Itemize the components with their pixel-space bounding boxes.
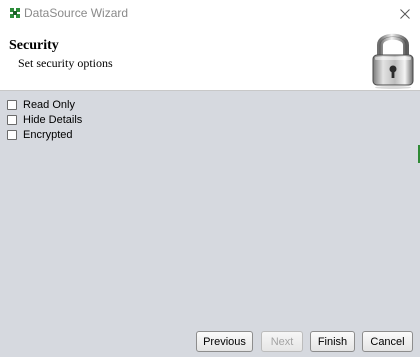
cancel-button[interactable]: Cancel (362, 331, 413, 352)
close-button[interactable] (390, 0, 420, 28)
window-title: DataSource Wizard (24, 6, 129, 20)
security-options: Read Only Hide Details Encrypted (7, 97, 82, 142)
option-encrypted[interactable]: Encrypted (7, 127, 82, 142)
padlock-icon (372, 33, 414, 89)
page-subtitle: Set security options (18, 56, 113, 70)
option-hide-details[interactable]: Hide Details (7, 112, 82, 127)
encrypted-checkbox[interactable] (7, 129, 17, 140)
read-only-checkbox[interactable] (7, 99, 17, 110)
wizard-header: Security Set security options (0, 28, 420, 90)
next-button[interactable]: Next (261, 331, 303, 352)
page-title: Security (9, 38, 59, 53)
previous-button[interactable]: Previous (196, 331, 253, 352)
app-icon (10, 8, 20, 18)
title-bar: DataSource Wizard (0, 0, 420, 28)
finish-button[interactable]: Finish (310, 331, 355, 352)
option-read-only[interactable]: Read Only (7, 97, 82, 112)
encrypted-label: Encrypted (23, 128, 73, 141)
wizard-window: DataSource Wizard Security Set security … (0, 0, 420, 357)
read-only-label: Read Only (23, 98, 75, 111)
hide-details-label: Hide Details (23, 113, 83, 126)
close-icon (400, 9, 410, 19)
hide-details-checkbox[interactable] (7, 114, 17, 125)
wizard-content: Read Only Hide Details Encrypted Previou… (0, 91, 420, 357)
